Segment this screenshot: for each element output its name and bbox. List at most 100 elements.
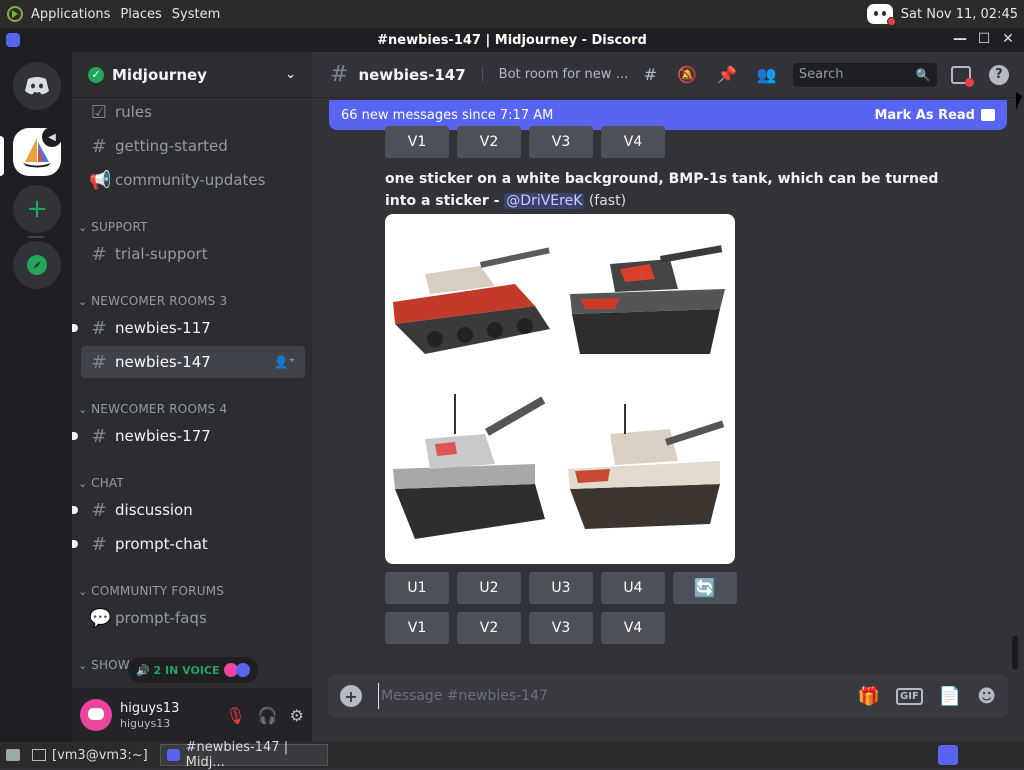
channel-newbies-177[interactable]: # newbies-177 (72, 420, 305, 452)
message-input[interactable] (378, 683, 818, 709)
inbox-icon[interactable] (950, 65, 974, 87)
emoji-icon[interactable]: ☻ (977, 686, 996, 707)
v2-button[interactable]: V2 (457, 612, 521, 644)
reroll-button[interactable]: 🔄 (673, 572, 737, 604)
channel-prompt-faqs[interactable]: 💬 prompt-faqs (81, 602, 305, 634)
message-content: one sticker on a white background, BMP-1… (385, 168, 945, 212)
user-panel: higuys13 higuys13 🎙 🎧 ⚙ (72, 688, 312, 742)
workspace-discord-icon[interactable] (938, 745, 958, 765)
terminal-icon (32, 749, 46, 761)
voice-count: 2 IN VOICE (153, 663, 220, 677)
search-box[interactable]: Search 🔍 (792, 62, 937, 87)
unread-indicator (72, 432, 78, 440)
user-mention[interactable]: @DriVEreK (504, 193, 585, 209)
channel-newbies-117[interactable]: # newbies-117 (72, 312, 305, 344)
v4-button[interactable]: V4 (601, 126, 665, 158)
taskbar-terminal-label: [vm3@vm3:~] (52, 747, 148, 763)
channel-prompt-chat[interactable]: # prompt-chat (72, 528, 305, 560)
channel-list: ☑ rules # getting-started 📢 community-updat… (72, 98, 312, 678)
v2-button[interactable]: V2 (457, 126, 521, 158)
gnome-foot-icon[interactable] (7, 6, 23, 22)
channel-label: getting-started (115, 137, 228, 155)
places-menu[interactable]: Places (120, 7, 161, 22)
headphones-icon[interactable]: 🎧 (258, 706, 278, 725)
close-button[interactable]: ✕ (1000, 31, 1016, 47)
channel-topic[interactable]: Bot room for new us... (481, 67, 630, 82)
server-name: Midjourney (112, 65, 207, 84)
system-menu[interactable]: System (172, 7, 220, 22)
help-icon[interactable]: ? (988, 64, 1009, 85)
channel-label: newbies-177 (115, 427, 211, 445)
window-title-bar: #newbies-147 | Midjourney - Discord — ☐ … (0, 28, 1024, 52)
checkbox-rules-icon: ☑ (90, 101, 108, 123)
v3-button[interactable]: V3 (529, 612, 593, 644)
applications-menu[interactable]: Applications (31, 7, 110, 22)
gear-icon[interactable]: ⚙ (290, 706, 304, 725)
server-list-divider (28, 236, 44, 238)
u1-button[interactable]: U1 (385, 572, 449, 604)
invite-member-icon[interactable]: 👤⁺ (274, 355, 295, 369)
sticker-icon[interactable]: 📄 (939, 686, 961, 707)
threads-icon[interactable]: # (644, 65, 657, 84)
unread-indicator (72, 540, 78, 548)
category-newcomer-rooms-3[interactable]: NEWCOMER ROOMS 3 (78, 294, 227, 308)
channel-community-updates[interactable]: 📢 community-updates (81, 164, 305, 196)
mark-as-read-button[interactable]: Mark As Read (874, 108, 995, 123)
category-community-forums[interactable]: COMMUNITY FORUMS (78, 584, 224, 598)
minimize-button[interactable]: — (952, 31, 968, 47)
attach-plus-icon[interactable]: + (340, 685, 362, 707)
upscale-buttons: U1 U2 U3 U4 🔄 (385, 572, 737, 604)
chevron-down-icon: ⌄ (285, 67, 296, 82)
username[interactable]: higuys13 (120, 701, 179, 717)
show-desktop-icon[interactable] (6, 749, 20, 761)
taskbar-discord[interactable]: #newbies-147 | Midj... (159, 740, 328, 770)
u3-button[interactable]: U3 (529, 572, 593, 604)
threaded-hash-icon: # (330, 62, 349, 87)
add-server-button[interactable]: + (13, 185, 61, 233)
taskbar-terminal[interactable]: [vm3@vm3:~] (26, 744, 154, 766)
category-support[interactable]: SUPPORT (78, 220, 148, 234)
channel-discussion[interactable]: # discussion (72, 494, 305, 526)
channel-newbies-147[interactable]: # newbies-147 👤⁺ (81, 346, 305, 378)
server-header[interactable]: ✓ Midjourney ⌄ (72, 52, 312, 98)
direct-messages-button[interactable] (13, 62, 61, 110)
muted-microphone-icon[interactable]: 🎙 (225, 706, 245, 725)
v3-button[interactable]: V3 (529, 126, 593, 158)
system-menus: Applications Places System (0, 6, 230, 22)
mark-as-read-label: Mark As Read (874, 107, 975, 123)
category-chat[interactable]: CHAT (78, 476, 124, 490)
u4-button[interactable]: U4 (601, 572, 665, 604)
gift-icon[interactable]: 🎁 (858, 686, 880, 707)
channel-trial-support[interactable]: # trial-support (81, 238, 305, 270)
server-list: ◀ + (0, 52, 72, 742)
channel-label: community-updates (115, 171, 266, 189)
u2-button[interactable]: U2 (457, 572, 521, 604)
voice-activity-pill[interactable]: 🔊 2 IN VOICE (128, 657, 258, 683)
hash-icon: # (91, 135, 107, 157)
v4-button[interactable]: V4 (601, 612, 665, 644)
announcement-icon: 📢 (89, 169, 112, 191)
notification-bell-muted-icon[interactable]: 🔕 (677, 65, 697, 84)
generated-image-grid[interactable] (385, 214, 735, 564)
member-list-icon[interactable]: 👥 (757, 65, 777, 84)
hash-icon: # (91, 533, 107, 555)
v1-button[interactable]: V1 (385, 126, 449, 158)
voice-user-avatar (235, 663, 250, 677)
channel-rules[interactable]: ☑ rules (81, 98, 305, 128)
threaded-hash-icon: # (91, 425, 107, 447)
gif-icon[interactable]: GIF (896, 687, 923, 705)
forum-icon: 💬 (89, 607, 112, 629)
chat-scrollbar[interactable] (1012, 636, 1018, 670)
category-newcomer-rooms-4[interactable]: NEWCOMER ROOMS 4 (78, 402, 227, 416)
user-avatar[interactable] (80, 699, 112, 731)
message-composer: + 🎁 GIF 📄 ☻ (328, 674, 1008, 718)
explore-servers-button[interactable] (13, 241, 61, 289)
v1-button[interactable]: V1 (385, 612, 449, 644)
maximize-button[interactable]: ☐ (976, 31, 992, 47)
pin-icon[interactable]: 📌 (717, 65, 737, 84)
clock[interactable]: Sat Nov 11, 02:45 (901, 7, 1018, 22)
discord-mini-icon (166, 749, 180, 761)
hash-icon: # (91, 243, 107, 265)
channel-getting-started[interactable]: # getting-started (81, 130, 305, 162)
discord-tray-icon[interactable] (866, 4, 896, 26)
